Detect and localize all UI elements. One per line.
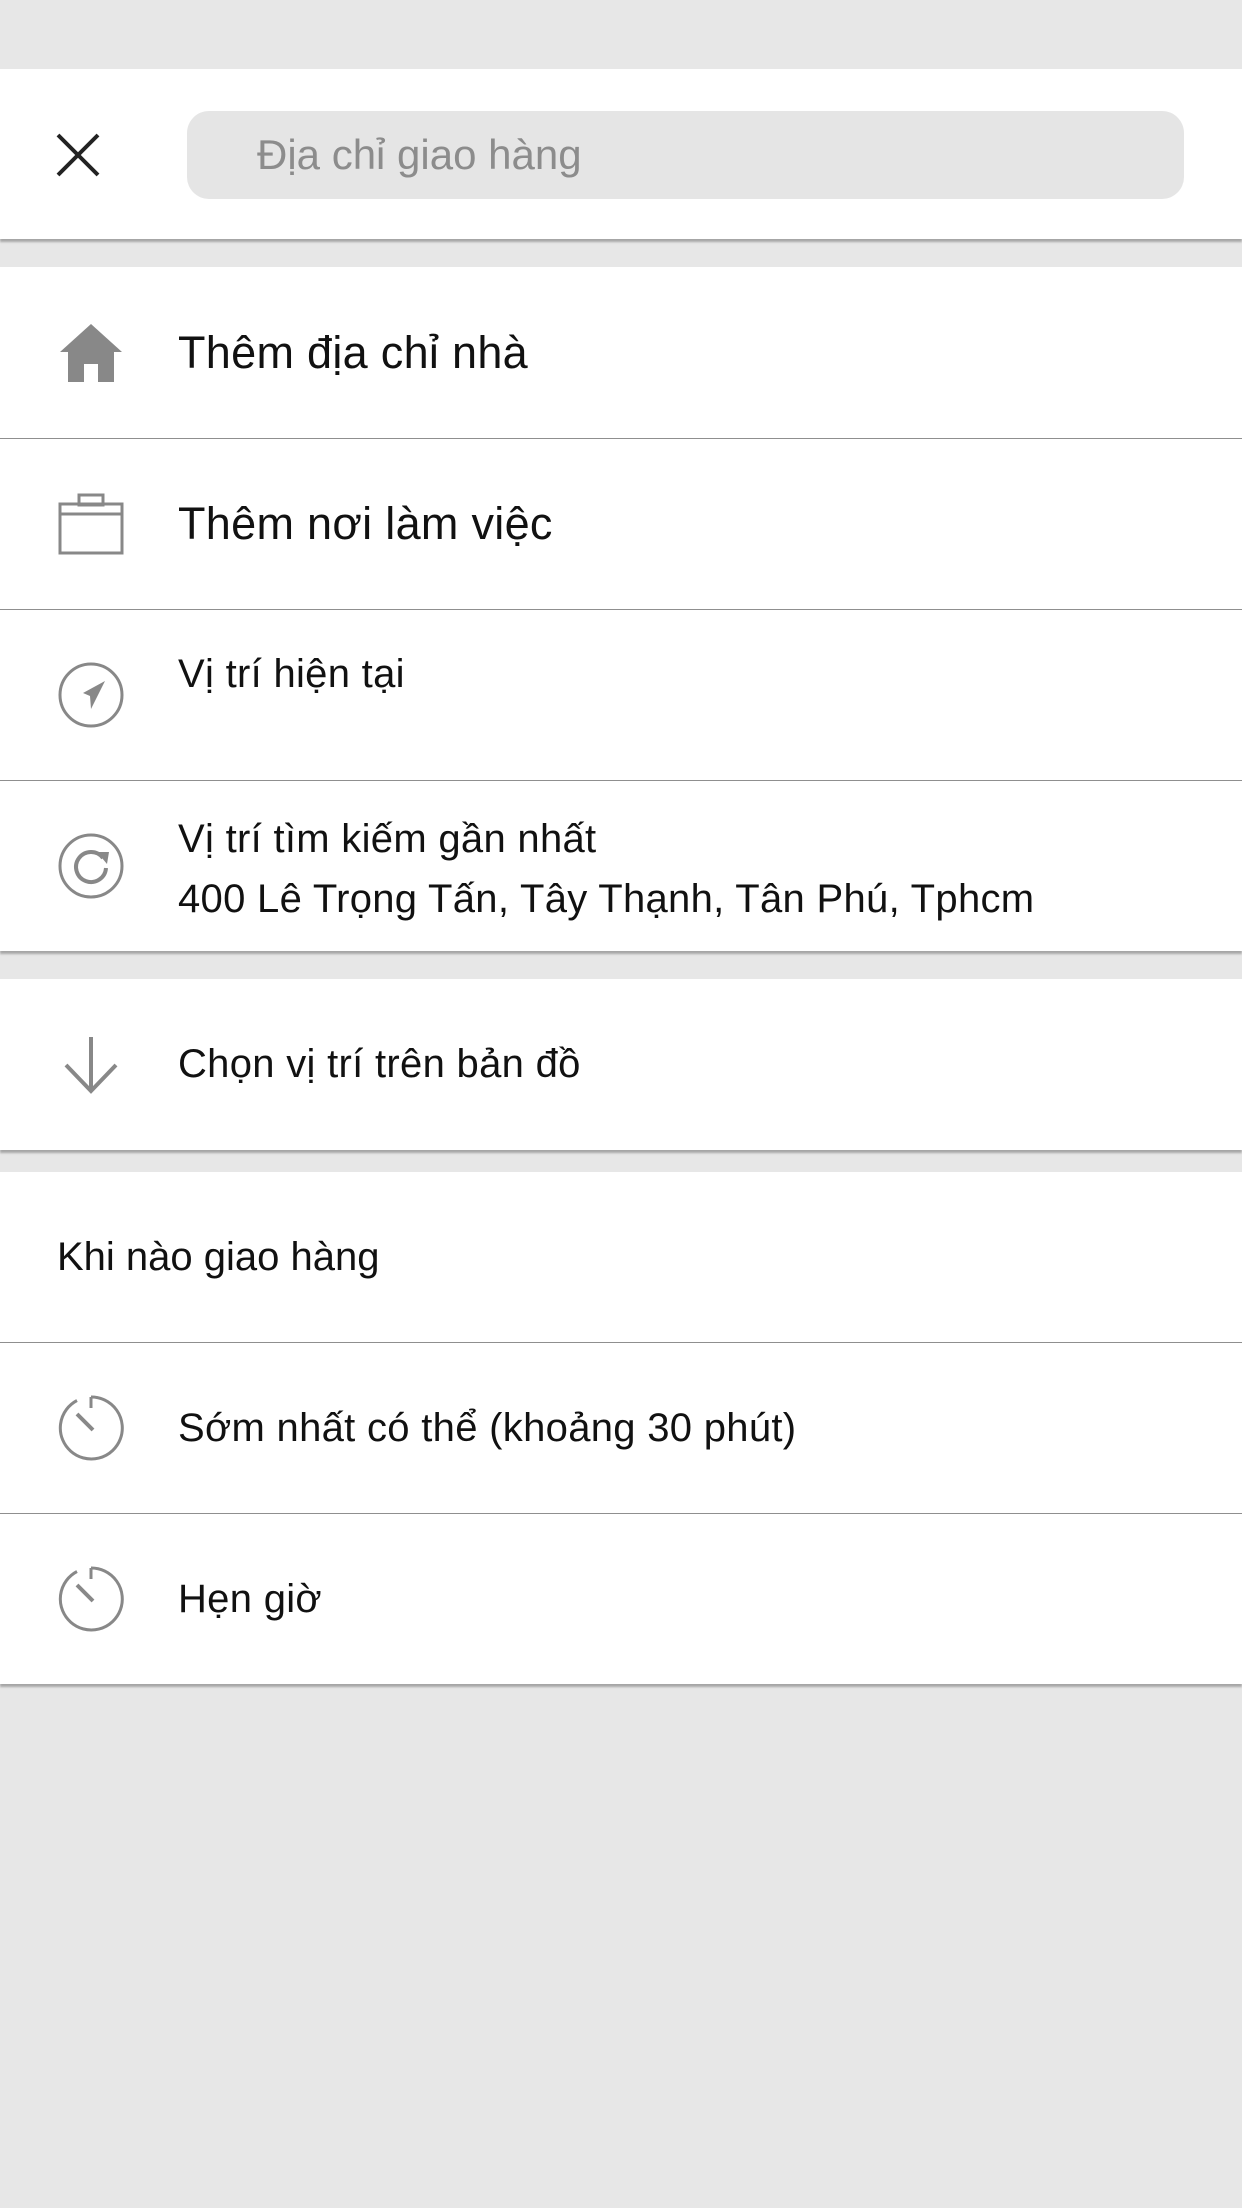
arrow-down-icon <box>56 1030 126 1100</box>
recent-search-text: Vị trí tìm kiếm gần nhất 400 Lê Trọng Tấ… <box>178 809 1034 929</box>
recent-search-title: Vị trí tìm kiếm gần nhất <box>178 817 597 861</box>
asap-delivery-label: Sớm nhất có thể (khoảng 30 phút) <box>178 1405 797 1450</box>
timer-icon <box>56 1564 126 1634</box>
close-button[interactable] <box>52 129 104 181</box>
recent-search-address: 400 Lê Trọng Tấn, Tây Thạnh, Tân Phú, Tp… <box>178 877 1035 921</box>
delivery-time-header: Khi nào giao hàng <box>57 1234 380 1279</box>
timer-icon <box>56 1393 126 1463</box>
address-options-section: Thêm địa chỉ nhà Thêm nơi làm việc Vị tr… <box>0 267 1242 951</box>
current-location-label: Vị trí hiện tại <box>178 652 405 696</box>
add-home-address-item[interactable]: Thêm địa chỉ nhà <box>0 267 1242 438</box>
pick-on-map-item[interactable]: Chọn vị trí trên bản đồ <box>0 979 1242 1150</box>
delivery-time-section: Khi nào giao hàng Sớm nhất có thể (khoản… <box>0 1172 1242 1684</box>
asap-delivery-item[interactable]: Sớm nhất có thể (khoảng 30 phút) <box>0 1342 1242 1513</box>
home-icon <box>56 318 126 388</box>
current-location-item[interactable]: Vị trí hiện tại <box>0 609 1242 780</box>
delivery-time-header-row: Khi nào giao hàng <box>0 1172 1242 1342</box>
add-work-address-label: Thêm nơi làm việc <box>178 498 553 549</box>
schedule-delivery-item[interactable]: Hẹn giờ <box>0 1513 1242 1684</box>
navigation-icon <box>56 660 126 730</box>
recent-search-item[interactable]: Vị trí tìm kiếm gần nhất 400 Lê Trọng Tấ… <box>0 780 1242 951</box>
search-header <box>0 69 1242 239</box>
address-search-input[interactable] <box>187 111 1184 199</box>
history-icon <box>56 831 126 901</box>
add-home-address-label: Thêm địa chỉ nhà <box>178 326 528 378</box>
schedule-delivery-label: Hẹn giờ <box>178 1576 322 1621</box>
map-pick-section: Chọn vị trí trên bản đồ <box>0 979 1242 1150</box>
pick-on-map-label: Chọn vị trí trên bản đồ <box>178 1042 581 1086</box>
close-icon <box>56 133 100 177</box>
status-bar <box>0 0 1242 69</box>
briefcase-icon <box>56 489 126 559</box>
add-work-address-item[interactable]: Thêm nơi làm việc <box>0 438 1242 609</box>
